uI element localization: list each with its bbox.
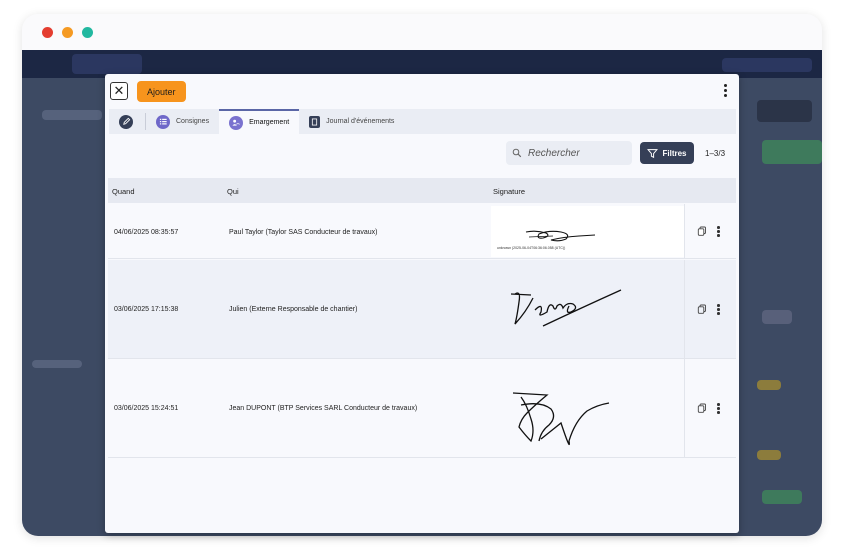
background-element (32, 360, 82, 368)
signature-image (491, 262, 684, 357)
search-input[interactable] (528, 147, 624, 159)
row-more-icon[interactable] (717, 226, 720, 237)
row-person: Julien (Externe Responsable de chantier) (229, 306, 358, 313)
close-window-dot[interactable] (42, 26, 53, 38)
copy-icon[interactable] (697, 304, 707, 314)
more-options-icon[interactable] (724, 84, 727, 97)
table-row[interactable]: 03/06/2025 15:24:51 Jean DUPONT (BTP Ser… (108, 359, 736, 458)
row-date: 04/06/2025 08:35:57 (114, 229, 179, 236)
row-more-icon[interactable] (717, 304, 720, 315)
row-actions (684, 359, 736, 457)
minimize-window-dot[interactable] (62, 26, 73, 38)
tab-bar: Consignes Emargement Journal d'événement… (109, 109, 736, 134)
table-header: Quand Qui Signature (108, 178, 736, 203)
window-chrome (22, 14, 822, 50)
row-actions (684, 204, 736, 258)
tab-emargement[interactable]: Emargement (219, 109, 300, 134)
background-element (762, 310, 792, 324)
background-element (757, 450, 781, 460)
row-date: 03/06/2025 17:15:38 (114, 306, 179, 313)
signature-image: unknown (2025-06-04T06:36:06.058 (UTC)) (491, 206, 684, 257)
copy-icon[interactable] (697, 226, 707, 236)
search-box[interactable] (506, 141, 632, 165)
pen-icon (119, 114, 133, 129)
row-more-icon[interactable] (717, 403, 720, 414)
background-element (72, 54, 142, 74)
close-icon: ✕ (113, 83, 125, 98)
signature-people-icon (229, 115, 244, 130)
row-actions (684, 260, 736, 358)
background-element (757, 100, 812, 122)
filters-button[interactable]: Filtres (640, 142, 694, 164)
row-person: Jean DUPONT (BTP Services SARL Conducteu… (229, 405, 418, 412)
column-header-when: Quand (112, 187, 135, 196)
result-count: 1–3/3 (705, 149, 726, 158)
table-row[interactable]: 03/06/2025 17:15:38 Julien (Externe Resp… (108, 260, 736, 359)
background-element (762, 140, 822, 164)
tab-label: Journal d'événements (326, 118, 395, 125)
signature-image (491, 361, 684, 456)
tab-journal[interactable]: Journal d'événements (299, 109, 404, 134)
emargement-modal: ✕ Ajouter Consignes Emargement Journal d… (105, 74, 739, 533)
maximize-window-dot[interactable] (82, 26, 93, 38)
modal-header: ✕ Ajouter (105, 74, 739, 108)
row-date: 03/06/2025 15:24:51 (114, 405, 179, 412)
background-element (42, 110, 102, 120)
row-person: Paul Taylor (Taylor SAS Conducteur de tr… (229, 229, 378, 236)
tab-consignes[interactable]: Consignes (146, 109, 219, 134)
signature-caption: unknown (2025-06-04T06:36:06.058 (UTC)) (497, 246, 566, 250)
column-header-who: Qui (227, 187, 239, 196)
background-element (757, 380, 781, 390)
filters-label: Filtres (662, 148, 687, 158)
tab-label: Consignes (176, 118, 210, 125)
filter-icon (647, 148, 659, 158)
book-icon (309, 115, 321, 128)
table-row[interactable]: 04/06/2025 08:35:57 Paul Taylor (Taylor … (108, 204, 736, 259)
background-element (762, 490, 802, 504)
background-element (722, 58, 812, 72)
tab-label: Emargement (249, 119, 290, 126)
list-icon (156, 114, 170, 129)
column-header-signature: Signature (493, 187, 526, 196)
close-modal-button[interactable]: ✕ (110, 82, 128, 100)
add-button[interactable]: Ajouter (137, 81, 186, 102)
tab-edit[interactable] (109, 109, 145, 134)
copy-icon[interactable] (697, 403, 707, 413)
search-icon (512, 148, 522, 158)
